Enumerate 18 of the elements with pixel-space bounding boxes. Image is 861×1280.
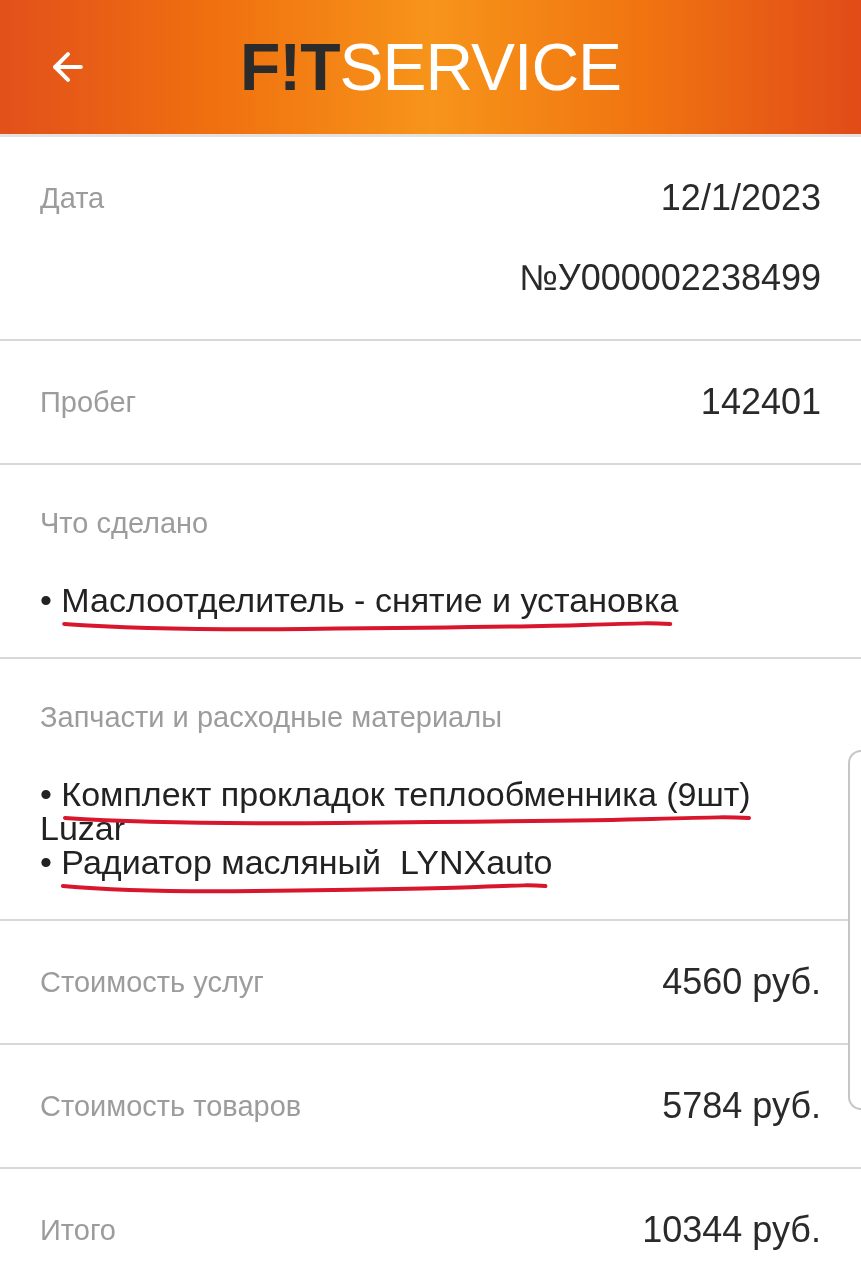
field-value: 5784 руб. (662, 1086, 821, 1126)
field-label: Стоимость услуг (40, 965, 264, 1000)
field-label: Пробег (40, 385, 137, 420)
field-value: 4560 руб. (662, 962, 821, 1002)
section-label: Что сделано (40, 506, 210, 541)
field-label: Стоимость товаров (40, 1089, 302, 1124)
section-label: Запчасти и расходные материалы (40, 700, 503, 735)
field-label: Дата (40, 181, 105, 216)
field-value: 142401 (700, 382, 821, 422)
edge-panel-handle[interactable] (848, 750, 861, 1110)
list-item: • Комплект прокладок теплообменника (9шт) Luzar (40, 777, 752, 845)
app-logo: F!TSERVICE (239, 32, 622, 102)
field-value: 12/1/2023 (660, 178, 821, 218)
list-item: • Маслоотделитель - снятие и установка (40, 583, 679, 617)
field-label: Итого (40, 1213, 116, 1248)
field-value: №У000002238499 (519, 258, 821, 298)
list-item: • Радиатор масляный LYNXauto (40, 845, 553, 879)
field-value: 10344 руб. (642, 1210, 821, 1250)
